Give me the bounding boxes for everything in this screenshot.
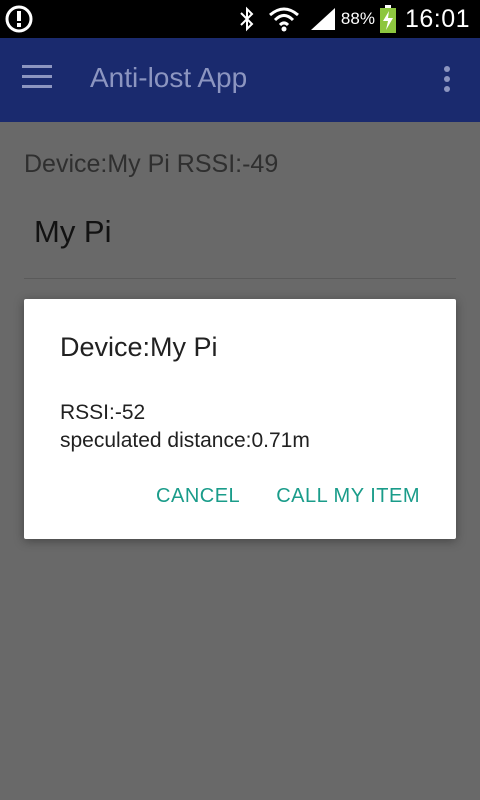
device-list-item[interactable]: My Pi xyxy=(34,214,112,250)
wifi-icon xyxy=(268,7,299,32)
call-my-item-button[interactable]: CALL MY ITEM xyxy=(276,485,420,508)
device-dialog: Device:My Pi RSSI:-52 speculated distanc… xyxy=(24,299,456,539)
signal-icon xyxy=(310,8,335,30)
app-title: Anti-lost App xyxy=(90,62,248,93)
app-bar: Anti-lost App xyxy=(0,38,480,122)
status-icons: 88% 16:01 xyxy=(237,0,470,38)
clock: 16:01 xyxy=(404,4,470,33)
rssi-text: RSSI:-52 xyxy=(60,401,146,424)
bluetooth-icon xyxy=(240,6,254,32)
divider xyxy=(24,278,456,279)
dialog-title: Device:My Pi xyxy=(60,332,218,362)
device-header: Device:My Pi RSSI:-49 xyxy=(24,150,279,178)
cancel-button[interactable]: CANCEL xyxy=(156,485,240,508)
status-bar: 88% 16:01 xyxy=(0,0,480,38)
dialog-actions: CANCEL CALL MY ITEM xyxy=(156,485,420,508)
alert-icon xyxy=(5,5,33,33)
battery-charging-icon xyxy=(379,5,396,33)
distance-text: speculated distance:0.71m xyxy=(60,429,310,452)
dialog-body: RSSI:-52 speculated distance:0.71m xyxy=(60,399,310,455)
overflow-menu-icon[interactable] xyxy=(444,66,454,96)
battery-percent: 88% xyxy=(340,9,375,28)
hamburger-menu-icon[interactable] xyxy=(22,65,62,95)
